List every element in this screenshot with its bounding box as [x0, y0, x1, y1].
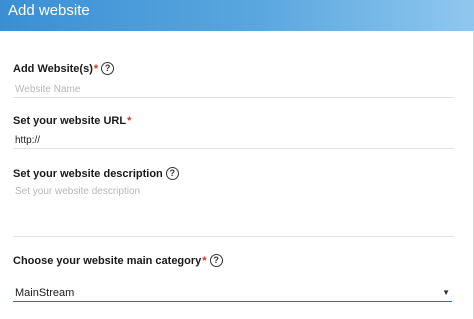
description-label-text: Set your website description	[13, 167, 163, 180]
help-icon[interactable]: ?	[165, 167, 179, 180]
dialog-title: Add website	[8, 2, 90, 19]
chevron-down-icon: ▼	[442, 288, 450, 297]
category-selected-value: MainStream	[15, 286, 75, 299]
category-select[interactable]: MainStream ▼	[13, 284, 452, 302]
description-label: Set your website description ?	[13, 167, 179, 180]
website-url-input[interactable]	[13, 132, 454, 149]
category-label: Choose your website main category * ?	[13, 254, 223, 267]
website-name-input[interactable]	[13, 81, 454, 98]
website-name-label: Add Website(s) * ?	[13, 62, 115, 75]
required-marker: *	[127, 115, 132, 127]
help-icon[interactable]: ?	[101, 62, 115, 75]
help-icon[interactable]: ?	[209, 254, 223, 267]
website-name-label-text: Add Website(s)	[13, 62, 93, 75]
category-label-text: Choose your website main category	[13, 254, 202, 267]
description-textarea[interactable]	[13, 186, 454, 237]
website-url-label-text: Set your website URL	[13, 115, 127, 127]
website-url-label: Set your website URL *	[13, 115, 131, 127]
required-marker: *	[202, 254, 207, 267]
required-marker: *	[93, 62, 99, 75]
dialog-header: Add website	[0, 0, 474, 31]
